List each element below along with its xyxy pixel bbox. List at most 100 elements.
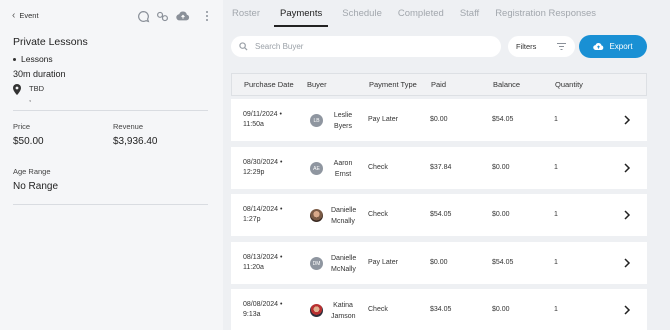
buyer-name: Danielle Mcnally (331, 205, 357, 227)
buyer-last-name: Ernst (334, 171, 352, 178)
buyer-last-name: Byers (334, 123, 352, 130)
buyer-name: Katina Jamson (331, 300, 356, 322)
paid-amount: $37.84 (430, 164, 452, 171)
purchase-time: 11:20a (243, 264, 264, 271)
divider (13, 110, 208, 111)
purchase-date: 08/30/2024 • (243, 159, 283, 166)
chevron-left-icon: ‹ (12, 9, 16, 21)
price-value: $50.00 (13, 136, 44, 147)
col-payment-type[interactable]: Payment Type (369, 80, 417, 89)
payment-type: Pay Later (368, 116, 398, 123)
quantity: 1 (554, 116, 558, 123)
export-label: Export (609, 42, 633, 51)
back-button[interactable]: ‹ Event (12, 9, 39, 21)
balance-amount: $0.00 (492, 211, 510, 218)
purchase-time: 1:27p (243, 216, 261, 223)
tab-completed[interactable]: Completed (398, 0, 444, 27)
event-duration: 30m duration (13, 69, 66, 79)
export-button[interactable]: Export (579, 35, 647, 58)
tab-payments[interactable]: Payments (273, 0, 329, 27)
purchase-date: 09/11/2024 • (243, 111, 282, 118)
col-quantity[interactable]: Quantity (555, 80, 583, 89)
col-paid[interactable]: Paid (431, 80, 446, 89)
panel-topbar: ‹ Event (0, 0, 223, 32)
avatar: AE (310, 162, 323, 175)
revenue-value: $3,936.40 (113, 136, 158, 147)
cloud-upload-icon (593, 42, 604, 50)
buyer-name: Aaron Ernst (331, 158, 355, 180)
avatar: DM (310, 257, 323, 270)
avatar: LB (310, 114, 323, 127)
search-input[interactable] (255, 42, 475, 51)
paid-amount: $54.05 (430, 211, 452, 218)
purchase-date: 08/08/2024 • (243, 301, 283, 308)
cloud-upload-icon[interactable] (175, 8, 191, 24)
buyer-first-name: Katina (333, 302, 353, 309)
paid-amount: $34.05 (430, 306, 452, 313)
purchase-date: 08/13/2024 • (243, 254, 283, 261)
purchase-time: 9:13a (243, 311, 261, 318)
chevron-right-icon[interactable] (622, 257, 632, 269)
quantity: 1 (554, 306, 558, 313)
chevron-right-icon[interactable] (622, 162, 632, 174)
payment-type: Pay Later (368, 259, 398, 266)
col-purchase-date[interactable]: Purchase Date (244, 80, 294, 89)
purchase-date: 08/14/2024 • (243, 206, 283, 213)
price-label: Price (13, 122, 31, 131)
buyer-first-name: Danielle (331, 207, 357, 214)
paid-amount: $0.00 (430, 116, 448, 123)
age-range-value: No Range (13, 181, 59, 192)
buyer-last-name: Jamson (331, 313, 356, 320)
buyer-first-name: Aaron (333, 160, 353, 167)
quantity: 1 (554, 164, 558, 171)
table-row[interactable]: 08/14/2024 • 1:27p Danielle Mcnally Check… (231, 194, 647, 236)
paid-amount: $0.00 (430, 259, 448, 266)
col-buyer[interactable]: Buyer (307, 80, 327, 89)
purchase-time: 12:29p (243, 169, 265, 176)
event-type: Lessons (13, 54, 53, 64)
tab-schedule[interactable]: Schedule (342, 0, 382, 27)
balance-amount: $0.00 (492, 306, 510, 313)
payment-type: Check (368, 211, 388, 218)
event-details-panel: ‹ Event Private Lessons Lessons 30m dura… (0, 0, 223, 330)
table-row[interactable]: 09/11/2024 • 11:50a LB Leslie Byers Pay L… (231, 99, 647, 141)
buyer-first-name: Danielle (331, 255, 357, 262)
balance-amount: $54.05 (492, 259, 514, 266)
filters-button[interactable]: Filters (508, 36, 575, 57)
buyer-name: Danielle McNally (331, 253, 357, 275)
link-icon[interactable] (154, 8, 170, 24)
avatar-photo (310, 209, 323, 222)
revenue-label: Revenue (113, 122, 144, 131)
tab-roster[interactable]: Roster (232, 0, 260, 27)
bullet-icon (13, 57, 16, 61)
col-balance[interactable]: Balance (493, 80, 520, 89)
age-range-label: Age Range (13, 167, 51, 176)
event-location: TBD , (13, 84, 44, 104)
payment-type: Check (368, 164, 388, 171)
tab-registration-responses[interactable]: Registration Responses (495, 0, 596, 27)
search-bar (231, 36, 501, 57)
table-row[interactable]: 08/30/2024 • 12:29p AE Aaron Ernst Check … (231, 147, 647, 189)
chat-icon[interactable] (135, 8, 151, 24)
table-row[interactable]: 08/08/2024 • 9:13a Katina Jamson Check $3… (231, 289, 647, 330)
location-name: TBD (29, 84, 44, 93)
quantity: 1 (554, 259, 558, 266)
payment-type: Check (368, 306, 388, 313)
event-type-label: Lessons (21, 54, 53, 64)
balance-amount: $0.00 (492, 164, 510, 171)
balance-amount: $54.05 (492, 116, 514, 123)
table-row[interactable]: 08/13/2024 • 11:20a DM Danielle McNally P… (231, 242, 647, 284)
tab-bar: Roster Payments Schedule Completed Staff… (232, 0, 612, 27)
filters-label: Filters (516, 42, 537, 51)
chevron-right-icon[interactable] (622, 304, 632, 316)
search-icon (239, 42, 248, 51)
more-vertical-icon[interactable] (199, 8, 215, 24)
purchase-time: 11:50a (243, 121, 264, 128)
back-label: Event (19, 11, 39, 20)
table-header: Purchase Date Buyer Payment Type Paid Ba… (231, 73, 647, 96)
tab-staff[interactable]: Staff (460, 0, 479, 27)
chevron-right-icon[interactable] (622, 114, 632, 126)
quantity: 1 (554, 211, 558, 218)
location-address: , (29, 94, 32, 103)
chevron-right-icon[interactable] (622, 209, 632, 221)
